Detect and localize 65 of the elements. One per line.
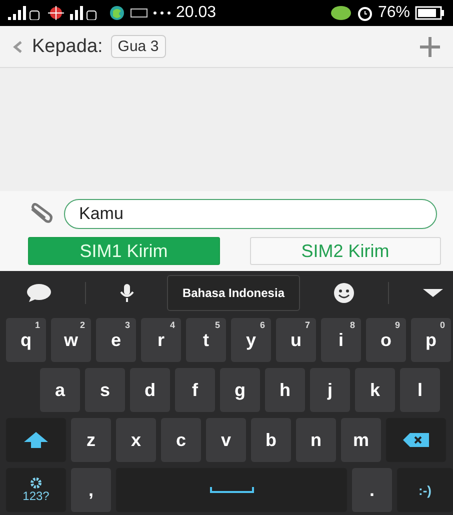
key-hint: 9	[394, 320, 400, 330]
backspace-icon	[402, 432, 430, 448]
symbols-key[interactable]: 123?	[6, 468, 66, 512]
key-hint: 3	[124, 320, 130, 330]
add-icon	[419, 36, 441, 58]
keyboard-key[interactable]: l	[400, 368, 440, 412]
keyboard-key[interactable]: u 7	[276, 318, 316, 362]
badge-icon	[330, 5, 352, 21]
key-hint: 4	[170, 320, 175, 330]
keyboard-key[interactable]: m	[341, 418, 381, 462]
battery-icon	[415, 6, 445, 20]
clock-time: 20.03	[176, 4, 216, 22]
key-hint: 0	[440, 320, 445, 330]
keyboard-key[interactable]: z	[71, 418, 111, 462]
keyboard-key[interactable]: e 3	[96, 318, 136, 362]
keyboard-key[interactable]: t 5	[186, 318, 226, 362]
keyboard-key[interactable]: h	[265, 368, 305, 412]
message-field[interactable]: Kamu	[64, 199, 437, 229]
keyboard-key[interactable]: w 2	[51, 318, 91, 362]
key-hint: 7	[304, 320, 310, 330]
keyboard-key[interactable]: k	[355, 368, 395, 412]
keyboard-key[interactable]: o 9	[366, 318, 406, 362]
signal-icon	[8, 6, 42, 20]
key-hint: 1	[34, 320, 40, 330]
emoticon-key[interactable]: :-)	[397, 468, 453, 512]
key-hint: 8	[350, 320, 355, 330]
keyboard-key[interactable]: b	[251, 418, 291, 462]
space-icon	[210, 486, 254, 494]
shift-icon	[23, 431, 49, 449]
keyboard-key[interactable]: f	[175, 368, 215, 412]
keyboard-key[interactable]: p 0	[411, 318, 451, 362]
keyboard-key[interactable]: v	[206, 418, 246, 462]
recipient-chip[interactable]: Gua 3	[110, 35, 166, 58]
keyboard-key[interactable]: x	[116, 418, 156, 462]
language-button[interactable]: Bahasa Indonesia	[167, 275, 300, 311]
recipient-label: Kepada:	[32, 36, 103, 58]
keyboard-key[interactable]: n	[296, 418, 336, 462]
keyboard-key[interactable]: y 6	[231, 318, 271, 362]
keyboard-key[interactable]: j	[310, 368, 350, 412]
alarm-icon	[356, 5, 373, 21]
keyboard-icon	[130, 8, 148, 18]
keyboard-key[interactable]: q 1	[6, 318, 46, 362]
keyboard-key[interactable]: r 4	[141, 318, 181, 362]
microphone-icon	[120, 283, 134, 303]
keyboard-key[interactable]: .	[352, 468, 392, 512]
keyboard-key[interactable]: d	[130, 368, 170, 412]
battery-percent: 76%	[378, 4, 410, 22]
keyboard-key[interactable]: s	[85, 368, 125, 412]
more-icon	[153, 11, 171, 15]
carrier-icon	[109, 5, 125, 21]
chevron-down-icon	[422, 288, 443, 298]
key-hint: 5	[214, 320, 220, 330]
keyboard-key[interactable]: a	[40, 368, 80, 412]
keyboard-key[interactable]: i 8	[321, 318, 361, 362]
keyboard-key[interactable]: c	[161, 418, 201, 462]
keyboard-key[interactable]: g	[220, 368, 260, 412]
key-hint: 6	[260, 320, 265, 330]
keyboard-key[interactable]: ,	[71, 468, 111, 512]
back-icon	[12, 40, 24, 54]
chat-bubble-icon	[26, 283, 52, 303]
shift-key[interactable]	[6, 418, 66, 462]
delete-key[interactable]	[386, 418, 446, 462]
gear-icon	[30, 477, 42, 489]
key-hint: 2	[80, 320, 85, 330]
smiley-icon	[332, 282, 355, 304]
